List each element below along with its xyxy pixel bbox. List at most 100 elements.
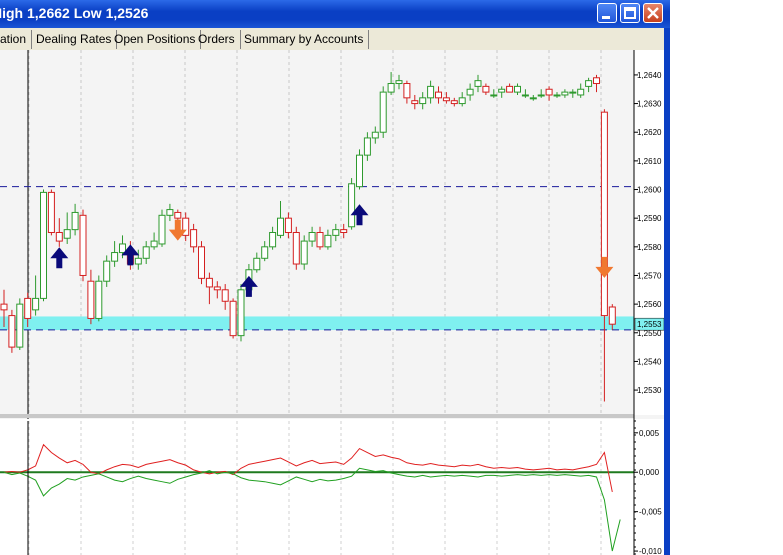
candle-body xyxy=(466,88,474,96)
candle-body xyxy=(0,303,8,311)
candle-body xyxy=(87,280,95,319)
candle-body xyxy=(450,100,458,105)
candle xyxy=(237,284,245,342)
candle-body xyxy=(498,88,506,93)
candle-body xyxy=(332,229,340,236)
price-tick-label: 1,2580 xyxy=(637,243,662,252)
candle-body xyxy=(190,229,198,248)
indicator-panel: 0,005 0,000 -0,005 -0,010 xyxy=(0,414,664,555)
candle-body xyxy=(198,246,205,279)
candle-body xyxy=(237,289,245,337)
candle-body xyxy=(490,94,498,97)
candle-body xyxy=(119,243,126,254)
candle-body xyxy=(482,85,490,93)
current-price-label: 1,2553 xyxy=(637,320,662,329)
price-tick-label: 1,2600 xyxy=(637,186,662,195)
candle xyxy=(229,298,237,339)
candle-body xyxy=(134,257,142,265)
candle-body xyxy=(150,240,158,248)
candle-body xyxy=(585,80,593,87)
candle-body xyxy=(103,260,111,282)
price-tick-label: 1,2610 xyxy=(637,157,662,166)
candle-body xyxy=(111,252,119,262)
candle-body xyxy=(514,85,521,93)
candle-body xyxy=(608,306,616,325)
candle xyxy=(348,178,356,230)
candle-body xyxy=(261,246,269,259)
candle xyxy=(198,241,205,285)
candle-body xyxy=(174,211,182,219)
candle-body xyxy=(277,217,284,236)
candle-body xyxy=(458,97,466,105)
candle-body xyxy=(16,303,24,348)
candle-body xyxy=(577,88,585,96)
candle-body xyxy=(63,229,71,239)
candle-body xyxy=(474,80,482,87)
support-band xyxy=(0,316,634,331)
candle-body xyxy=(213,286,221,291)
candle-body xyxy=(387,83,395,93)
candle-body xyxy=(324,234,332,248)
candle-body xyxy=(166,209,174,216)
candle-body xyxy=(55,232,63,242)
candle-body xyxy=(529,97,537,100)
candle xyxy=(356,149,363,190)
candle-body xyxy=(316,232,324,248)
candle-body xyxy=(32,297,40,311)
candle-body xyxy=(269,232,277,248)
price-tick-label: 1,2620 xyxy=(637,128,662,137)
candle-body xyxy=(561,91,569,96)
candle xyxy=(379,86,387,138)
candle-body xyxy=(553,94,561,97)
indicator-tick-label: -0,010 xyxy=(639,547,662,555)
candle-body xyxy=(284,217,292,234)
candle xyxy=(16,298,24,350)
candle-body xyxy=(221,289,229,302)
price-tick-label: 1,2590 xyxy=(637,214,662,223)
candle xyxy=(79,209,87,282)
candle-body xyxy=(158,214,166,245)
indicator-tick-label: 0,005 xyxy=(639,429,660,438)
chart-window: High 1,2662 Low 1,2526 Quotation Dealing… xyxy=(0,0,670,555)
candle-body xyxy=(24,297,32,319)
candle xyxy=(8,309,16,353)
candle-body xyxy=(569,91,577,94)
candle-body xyxy=(371,131,379,139)
indicator-background xyxy=(0,419,634,555)
candle-body xyxy=(95,280,103,319)
candle-body xyxy=(79,214,87,276)
candle xyxy=(158,209,166,247)
candle-body xyxy=(308,232,316,242)
candle-body xyxy=(292,232,300,265)
candle-body xyxy=(205,277,213,288)
candle-body xyxy=(340,229,348,233)
indicator-tick-label: -0,005 xyxy=(639,508,662,517)
candle-body xyxy=(363,137,371,156)
indicator-axis-background xyxy=(634,419,664,555)
candle-body xyxy=(600,111,608,317)
price-tick-label: 1,2640 xyxy=(637,71,662,80)
candle xyxy=(47,189,55,236)
candle-body xyxy=(229,300,237,337)
price-chart[interactable]: 0,005 0,000 -0,005 -0,010 1,2640 1,2630 1,262… xyxy=(0,0,664,555)
window-border xyxy=(664,28,670,555)
candle-body xyxy=(300,240,308,265)
candle-body xyxy=(356,154,363,188)
candle-body xyxy=(71,211,79,231)
candle-body xyxy=(427,85,435,99)
candle xyxy=(40,189,47,302)
candle-body xyxy=(537,94,545,97)
price-tick-label: 1,2570 xyxy=(637,271,662,280)
indicator-tick-label: 0,000 xyxy=(639,468,660,477)
candle-body xyxy=(40,191,47,299)
price-tick-label: 1,2530 xyxy=(637,386,662,395)
price-tick-label: 1,2630 xyxy=(637,100,662,109)
candle-body xyxy=(379,91,387,133)
candle-body xyxy=(142,246,150,259)
candle xyxy=(292,226,300,270)
price-tick-label: 1,2540 xyxy=(637,357,662,366)
candle-body xyxy=(593,77,600,85)
candle-body xyxy=(47,191,55,233)
panel-separator xyxy=(0,414,634,418)
candle-body xyxy=(253,257,261,271)
